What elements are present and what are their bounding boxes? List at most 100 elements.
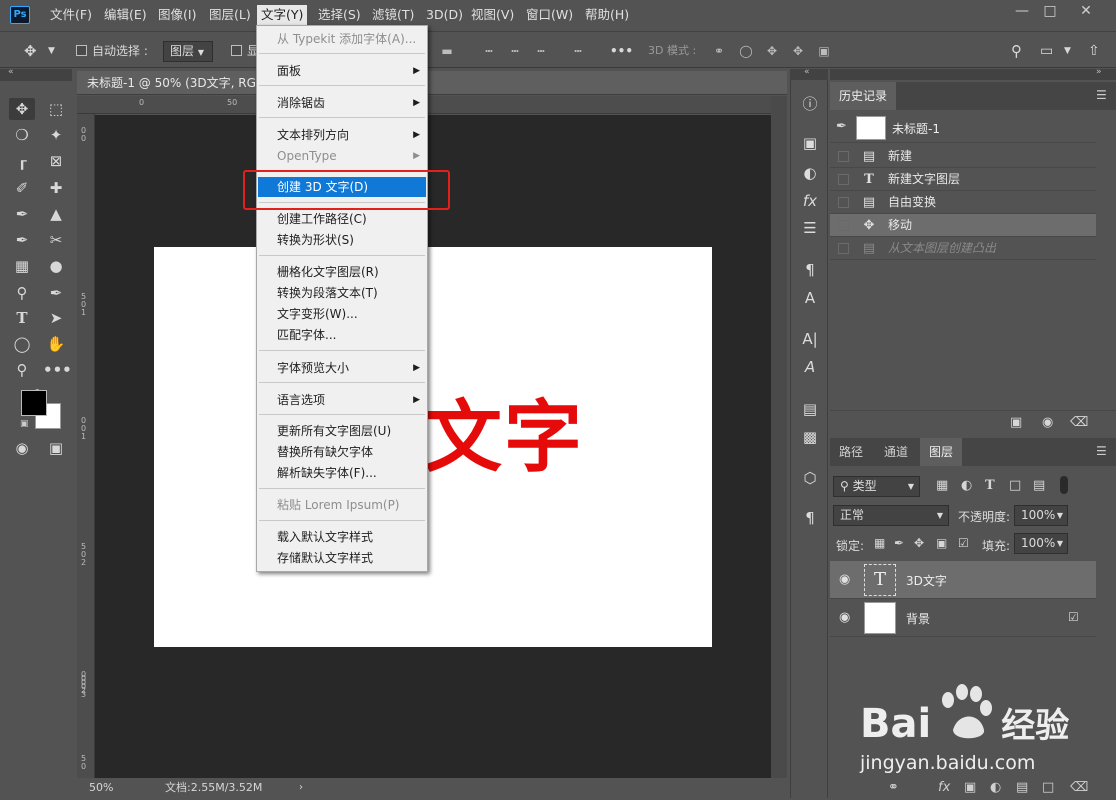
search-icon[interactable]: ⚲ [1011, 42, 1022, 60]
brush-tool-icon[interactable]: ✒ [9, 203, 35, 225]
quick-mask-icon[interactable]: ◉ [9, 437, 35, 459]
ellipse-tool-icon[interactable]: ◯ [9, 333, 35, 355]
blur-tool-icon[interactable]: ● [43, 255, 69, 277]
history-item[interactable]: ▤ 从文本图层创建凸出 [830, 237, 1096, 260]
eye-icon[interactable]: ◉ [839, 610, 850, 625]
history-checkbox[interactable] [838, 151, 849, 162]
menu-image[interactable]: 图像(I) [154, 5, 200, 25]
tab-layers[interactable]: 图层 [920, 438, 963, 466]
maximize-icon[interactable]: □ [1036, 2, 1064, 22]
align-bottom-icon[interactable]: ┅ [534, 44, 548, 58]
menu-item-match-font[interactable]: 匹配字体... [258, 325, 426, 345]
character-panel-icon[interactable]: A| [799, 328, 821, 350]
menu-item-convert-to-shape[interactable]: 转换为形状(S) [258, 230, 426, 250]
history-brush-source-icon[interactable]: ✒ [836, 119, 847, 134]
distribute-icon[interactable]: ┅ [571, 44, 585, 58]
paragraph-icon[interactable]: ¶ [799, 507, 821, 529]
stamp-tool-icon[interactable]: ▲ [43, 203, 69, 225]
menu-select[interactable]: 选择(S) [314, 5, 365, 25]
zoom-tool-icon[interactable]: ⚲ [9, 359, 35, 381]
glyphs-icon[interactable]: A [799, 356, 821, 378]
menu-window[interactable]: 窗口(W) [522, 5, 577, 25]
crop-tool-icon[interactable]: ┎ [9, 150, 35, 172]
minimize-icon[interactable]: — [1008, 2, 1036, 22]
menu-file[interactable]: 文件(F) [46, 5, 96, 25]
menu-item-resolve-missing-fonts[interactable]: 解析缺失字体(F)... [258, 463, 426, 483]
trash-icon[interactable]: ⌫ [1070, 415, 1088, 430]
screen-mode-icon[interactable]: ▣ [43, 437, 69, 459]
lock-all-icon[interactable]: ☑ [958, 536, 969, 550]
3d-roll-icon[interactable]: ◯ [739, 44, 753, 58]
3d-slide-icon[interactable]: ✥ [791, 44, 805, 58]
more-tools-icon[interactable]: ••• [43, 359, 72, 381]
align-vcenter-icon[interactable]: ┅ [508, 44, 522, 58]
3d-object-icon[interactable]: ⬡ [799, 467, 821, 489]
menu-item-font-preview-size[interactable]: 字体预览大小 ▶ [258, 358, 426, 378]
align-icon[interactable]: ▬ [440, 44, 454, 58]
lock-position-icon[interactable]: ✥ [914, 536, 924, 550]
menu-item-anti-alias[interactable]: 消除锯齿 ▶ [258, 93, 426, 113]
info-icon[interactable]: ⓘ [799, 93, 821, 115]
eye-icon[interactable]: ◉ [839, 572, 850, 587]
history-brush-icon[interactable]: ✒ [9, 229, 35, 251]
eyedropper-icon[interactable]: ✐ [9, 177, 35, 199]
layer-row[interactable]: ◉ 背景 ☑ [830, 599, 1096, 637]
filter-adjustment-icon[interactable]: ◐ [961, 478, 972, 493]
canvas-text-layer[interactable]: 文字 [424, 393, 584, 483]
menu-edit[interactable]: 编辑(E) [100, 5, 151, 25]
menu-item-rasterize-type[interactable]: 栅格化文字图层(R) [258, 262, 426, 282]
camera-icon[interactable]: ◉ [1042, 415, 1053, 430]
panel-menu-icon[interactable]: ☰ [1096, 88, 1107, 102]
foreground-color-swatch[interactable] [21, 390, 47, 416]
default-colors-icon[interactable]: ▣ [20, 419, 29, 429]
3d-pan-icon[interactable]: ✥ [765, 44, 779, 58]
lock-artboard-icon[interactable]: ▣ [936, 536, 947, 550]
paragraph-styles-icon[interactable]: ¶ [799, 259, 821, 281]
auto-select-dropdown[interactable]: 图层 ▼ [163, 41, 213, 62]
document-tab[interactable]: 未标题-1 @ 50% (3D文字, RGB [77, 71, 787, 95]
align-top-icon[interactable]: ┅ [482, 44, 496, 58]
pen-tool-icon[interactable]: ✒ [43, 282, 69, 304]
menu-layer[interactable]: 图层(L) [205, 5, 255, 25]
history-item[interactable]: T 新建文字图层 [830, 168, 1096, 191]
menu-item-text-orientation[interactable]: 文本排列方向 ▶ [258, 125, 426, 145]
healing-brush-icon[interactable]: ✚ [43, 177, 69, 199]
more-icon[interactable]: ••• [610, 42, 633, 60]
menu-item-save-default-type-styles[interactable]: 存储默认文字样式 [258, 548, 426, 568]
history-item[interactable]: ▤ 新建 [830, 145, 1096, 168]
hand-tool-icon[interactable]: ✋ [43, 333, 69, 355]
libraries-icon[interactable]: ▤ [799, 398, 821, 420]
adjustments-icon[interactable]: ◐ [799, 162, 821, 184]
styles-fx-icon[interactable]: fx [799, 190, 821, 212]
menu-help[interactable]: 帮助(H) [581, 5, 633, 25]
menu-filter[interactable]: 滤镜(T) [368, 5, 418, 25]
layer-row[interactable]: ◉ T 3D文字 [830, 561, 1096, 599]
panel-menu-icon[interactable]: ☰ [1096, 444, 1107, 458]
notes-icon[interactable]: ▩ [799, 426, 821, 448]
history-checkbox[interactable] [838, 197, 849, 208]
filter-pixel-icon[interactable]: ▦ [936, 478, 948, 493]
tab-history[interactable]: 历史记录 [830, 82, 897, 110]
menu-item-update-all-text-layers[interactable]: 更新所有文字图层(U) [258, 421, 426, 441]
tab-channels[interactable]: 通道 [875, 438, 917, 466]
history-item[interactable]: ✥ 移动 [830, 214, 1096, 237]
workspace-icon[interactable]: ▭ [1040, 42, 1053, 60]
move-tool-icon[interactable]: ✥ [9, 98, 35, 120]
menu-item-panels[interactable]: 面板 ▶ [258, 61, 426, 81]
type-tool-icon[interactable]: T [9, 307, 35, 329]
lock-transparent-icon[interactable]: ▦ [874, 536, 885, 550]
chevron-down-icon[interactable]: ▼ [48, 42, 55, 60]
new-document-from-state-icon[interactable]: ▣ [1010, 415, 1022, 430]
menu-item-replace-missing-fonts[interactable]: 替换所有缺欠字体 [258, 442, 426, 462]
move-tool-icon[interactable]: ✥ [24, 42, 37, 60]
opacity-input[interactable]: 100% ▼ [1014, 505, 1068, 526]
filter-toggle[interactable] [1060, 476, 1068, 494]
3d-orbit-icon[interactable]: ⚭ [712, 44, 726, 58]
filter-type-icon[interactable]: T [985, 478, 995, 493]
share-icon[interactable]: ⇧ [1088, 42, 1100, 60]
vertical-scrollbar[interactable] [771, 96, 787, 778]
history-snapshot[interactable]: ✒ 未标题-1 [830, 113, 1096, 143]
dodge-tool-icon[interactable]: ⚲ [9, 282, 35, 304]
filter-smart-object-icon[interactable]: ▤ [1033, 478, 1045, 493]
layer-name[interactable]: 3D文字 [906, 572, 947, 589]
